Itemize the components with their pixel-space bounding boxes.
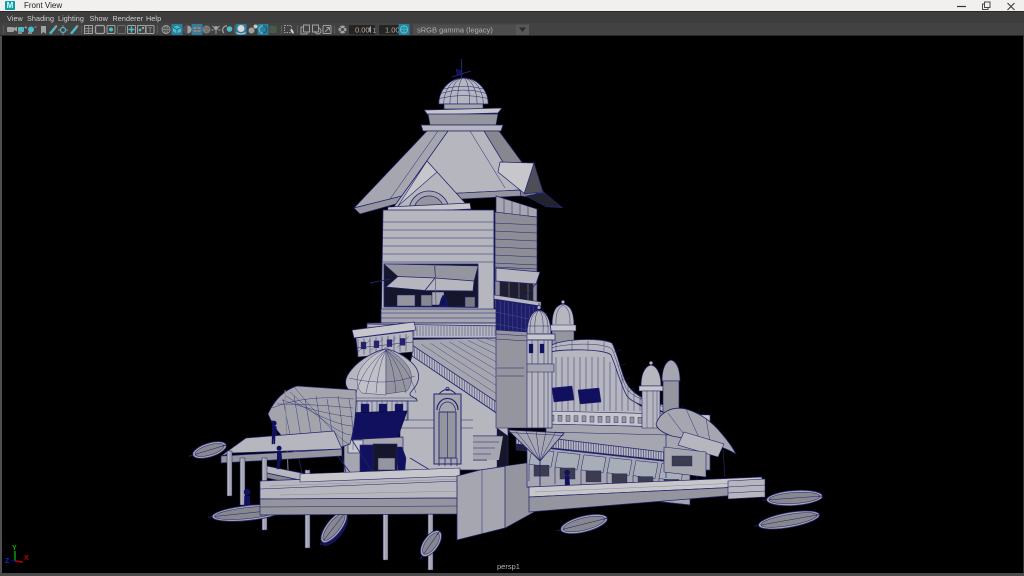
svg-text:sRGB gamma (legacy): sRGB gamma (legacy) xyxy=(417,26,493,35)
svg-text:Z: Z xyxy=(5,558,10,565)
svg-text:0.00: 0.00 xyxy=(355,26,370,35)
svg-text:1.00: 1.00 xyxy=(385,26,400,35)
svg-text:Y: Y xyxy=(12,545,17,552)
svg-text:X: X xyxy=(24,555,29,562)
svg-text:1: 1 xyxy=(373,28,377,35)
svg-text:T: T xyxy=(148,28,153,35)
